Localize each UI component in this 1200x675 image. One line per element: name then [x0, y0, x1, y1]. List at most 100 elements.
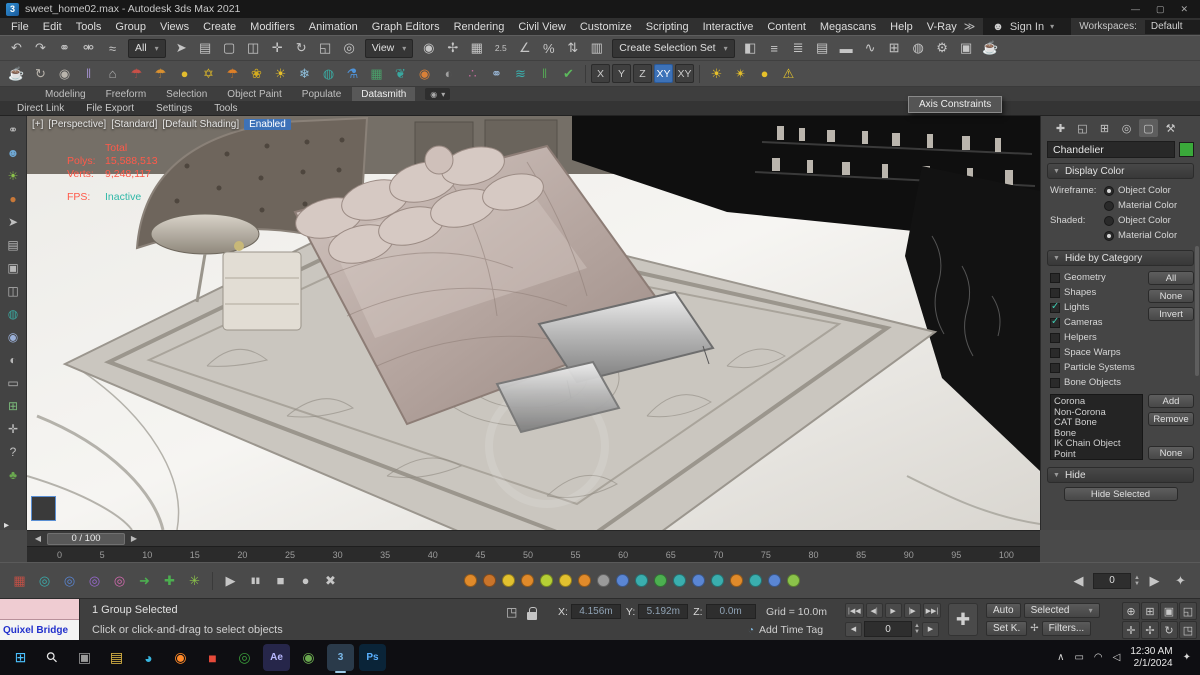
- ribbon-tab[interactable]: Selection: [157, 87, 216, 101]
- menu-item[interactable]: Content: [760, 18, 813, 35]
- select-and-rotate-icon[interactable]: ↻: [290, 37, 313, 59]
- list-item[interactable]: IK Chain Object: [1054, 438, 1139, 450]
- schematic-view-icon[interactable]: ⊞: [883, 37, 906, 59]
- mini-curve-editor-icon[interactable]: ▦: [8, 570, 31, 592]
- step-forward-icon[interactable]: ▶: [1143, 570, 1166, 592]
- monitor-icon[interactable]: ▭: [3, 373, 23, 393]
- nightstand[interactable]: [222, 241, 302, 331]
- checkbox-icon[interactable]: [1050, 347, 1060, 358]
- check-green-icon[interactable]: ✔: [557, 63, 580, 85]
- question-icon[interactable]: ?: [3, 442, 23, 462]
- hide-category-invert-button[interactable]: Invert: [1148, 307, 1194, 321]
- list-item[interactable]: Point: [1054, 449, 1139, 459]
- ribbon-sub-item[interactable]: Settings: [147, 103, 201, 114]
- photoshop-button[interactable]: Ps: [359, 644, 386, 671]
- set-key-button[interactable]: Set K.: [986, 621, 1028, 636]
- key-filter-icon[interactable]: [559, 574, 572, 587]
- spray-teal-icon[interactable]: ≋: [509, 63, 532, 85]
- select-by-name-icon[interactable]: ▤: [194, 37, 217, 59]
- globe-tool-icon[interactable]: ◍: [3, 304, 23, 324]
- grid-green-icon[interactable]: ▦: [365, 63, 388, 85]
- key-filter-icon[interactable]: [692, 574, 705, 587]
- category-list-none-button[interactable]: None: [1148, 446, 1194, 460]
- axis-y-button[interactable]: Y: [612, 64, 631, 83]
- notes-icon[interactable]: ▤: [3, 235, 23, 255]
- light-lister-icon[interactable]: ☀: [3, 166, 23, 186]
- category-checkbox[interactable]: Particle Systems: [1050, 360, 1143, 375]
- menu-item[interactable]: Create: [196, 18, 243, 35]
- selection-filter-dropdown[interactable]: All ▾: [128, 38, 166, 58]
- coordinate-field[interactable]: 4.156m: [570, 604, 621, 619]
- coordinate-field[interactable]: 5.192m: [638, 604, 689, 619]
- link-tool-icon[interactable]: ⚭: [3, 120, 23, 140]
- rollout-header[interactable]: ▼ Display Color: [1047, 163, 1194, 179]
- motion-tab[interactable]: ◎: [1117, 119, 1136, 137]
- ribbon-sub-item[interactable]: File Export: [77, 103, 143, 114]
- render-small-icon[interactable]: ◐: [3, 350, 23, 370]
- select-and-link-icon[interactable]: ⚭: [53, 37, 76, 59]
- corona-columns-icon[interactable]: ‖: [77, 63, 100, 85]
- menu-item[interactable]: Megascans: [813, 18, 883, 35]
- menu-item[interactable]: Civil View: [511, 18, 572, 35]
- play-button[interactable]: ▶: [219, 570, 242, 592]
- angle-snap-icon[interactable]: ∠: [513, 37, 536, 59]
- quixel-bridge-link[interactable]: Quixel Bridge: [3, 625, 68, 636]
- key-filter-icon[interactable]: [673, 574, 686, 587]
- frame-number-field[interactable]: 0: [1093, 572, 1132, 589]
- radio-icon[interactable]: [1104, 200, 1114, 211]
- add-time-tag[interactable]: ◔ Add Time Tag: [748, 624, 823, 636]
- key-filter-icon[interactable]: [749, 574, 762, 587]
- window-crossing-icon[interactable]: ◫: [242, 37, 265, 59]
- dots-color-icon[interactable]: ∴: [461, 63, 484, 85]
- 3ds-max-button[interactable]: 3: [327, 644, 354, 673]
- task-view-button[interactable]: ▣: [71, 644, 98, 671]
- rings-icon[interactable]: ⚭: [485, 63, 508, 85]
- viewport-menu-general[interactable]: [+]: [32, 119, 43, 130]
- list-item[interactable]: CAT Bone: [1054, 417, 1139, 429]
- radio-option[interactable]: Shaded: Object Color: [1050, 213, 1194, 228]
- close-button[interactable]: ✕: [1180, 4, 1188, 15]
- zoom-region-icon[interactable]: ◱: [1179, 602, 1197, 620]
- maximize-viewport-icon[interactable]: ◳: [1179, 621, 1197, 639]
- light-amber-icon[interactable]: ☂: [149, 63, 172, 85]
- perspective-viewport[interactable]: [+] [Perspective] [Standard] [Default Shadi…: [27, 116, 1040, 530]
- drop-orange-icon[interactable]: ◉: [413, 63, 436, 85]
- key-filter-icon[interactable]: [654, 574, 667, 587]
- xbox-button[interactable]: ◎: [231, 644, 258, 671]
- listener-script-row[interactable]: Quixel Bridge: [0, 620, 79, 641]
- checkbox-icon[interactable]: [1050, 377, 1060, 388]
- ring-pink-icon[interactable]: ◎: [108, 570, 131, 592]
- percent-snap-icon[interactable]: %: [537, 37, 560, 59]
- ribbon-tab[interactable]: Populate: [293, 87, 350, 101]
- redo-icon[interactable]: ↷: [29, 37, 52, 59]
- key-filter-icon[interactable]: [597, 574, 610, 587]
- radio-icon[interactable]: [1104, 230, 1114, 241]
- category-add-button[interactable]: Add: [1148, 394, 1194, 408]
- menu-overflow-icon[interactable]: ≫: [964, 20, 976, 33]
- ribbon-tab[interactable]: Freeform: [97, 87, 156, 101]
- undo-icon[interactable]: ↶: [5, 37, 28, 59]
- ribbon-toggle-icon[interactable]: ▬: [835, 37, 858, 59]
- key-filter-icon[interactable]: [787, 574, 800, 587]
- scene-explorer-icon[interactable]: ≣: [787, 37, 810, 59]
- menu-item[interactable]: Scripting: [639, 18, 696, 35]
- unlink-selection-icon[interactable]: ⚮: [77, 37, 100, 59]
- keyboard-override-icon[interactable]: ▦: [465, 37, 488, 59]
- category-checkbox[interactable]: Geometry: [1050, 270, 1143, 285]
- walk-through-icon[interactable]: ✢: [1141, 621, 1159, 639]
- radio-icon[interactable]: [1104, 185, 1114, 196]
- ribbon-sub-item[interactable]: Tools: [205, 103, 246, 114]
- viewport-menu-shading[interactable]: [Default Shading]: [162, 119, 239, 130]
- key-filter-icon[interactable]: [578, 574, 591, 587]
- corona-interactive-icon[interactable]: ↻: [29, 63, 52, 85]
- arch-tool-icon[interactable]: ◫: [3, 281, 23, 301]
- hide-category-all-button[interactable]: All: [1148, 271, 1194, 285]
- record-button[interactable]: ●: [294, 570, 317, 592]
- key-filter-icon[interactable]: [521, 574, 534, 587]
- coordinate-field[interactable]: 0.0m: [705, 604, 756, 619]
- sphere-gray-icon[interactable]: ◐: [437, 63, 460, 85]
- key-filter-icon[interactable]: [464, 574, 477, 587]
- edge-button[interactable]: ◕: [135, 644, 162, 671]
- globe-teal-icon[interactable]: ◍: [317, 63, 340, 85]
- curve-editor-icon[interactable]: ∿: [859, 37, 882, 59]
